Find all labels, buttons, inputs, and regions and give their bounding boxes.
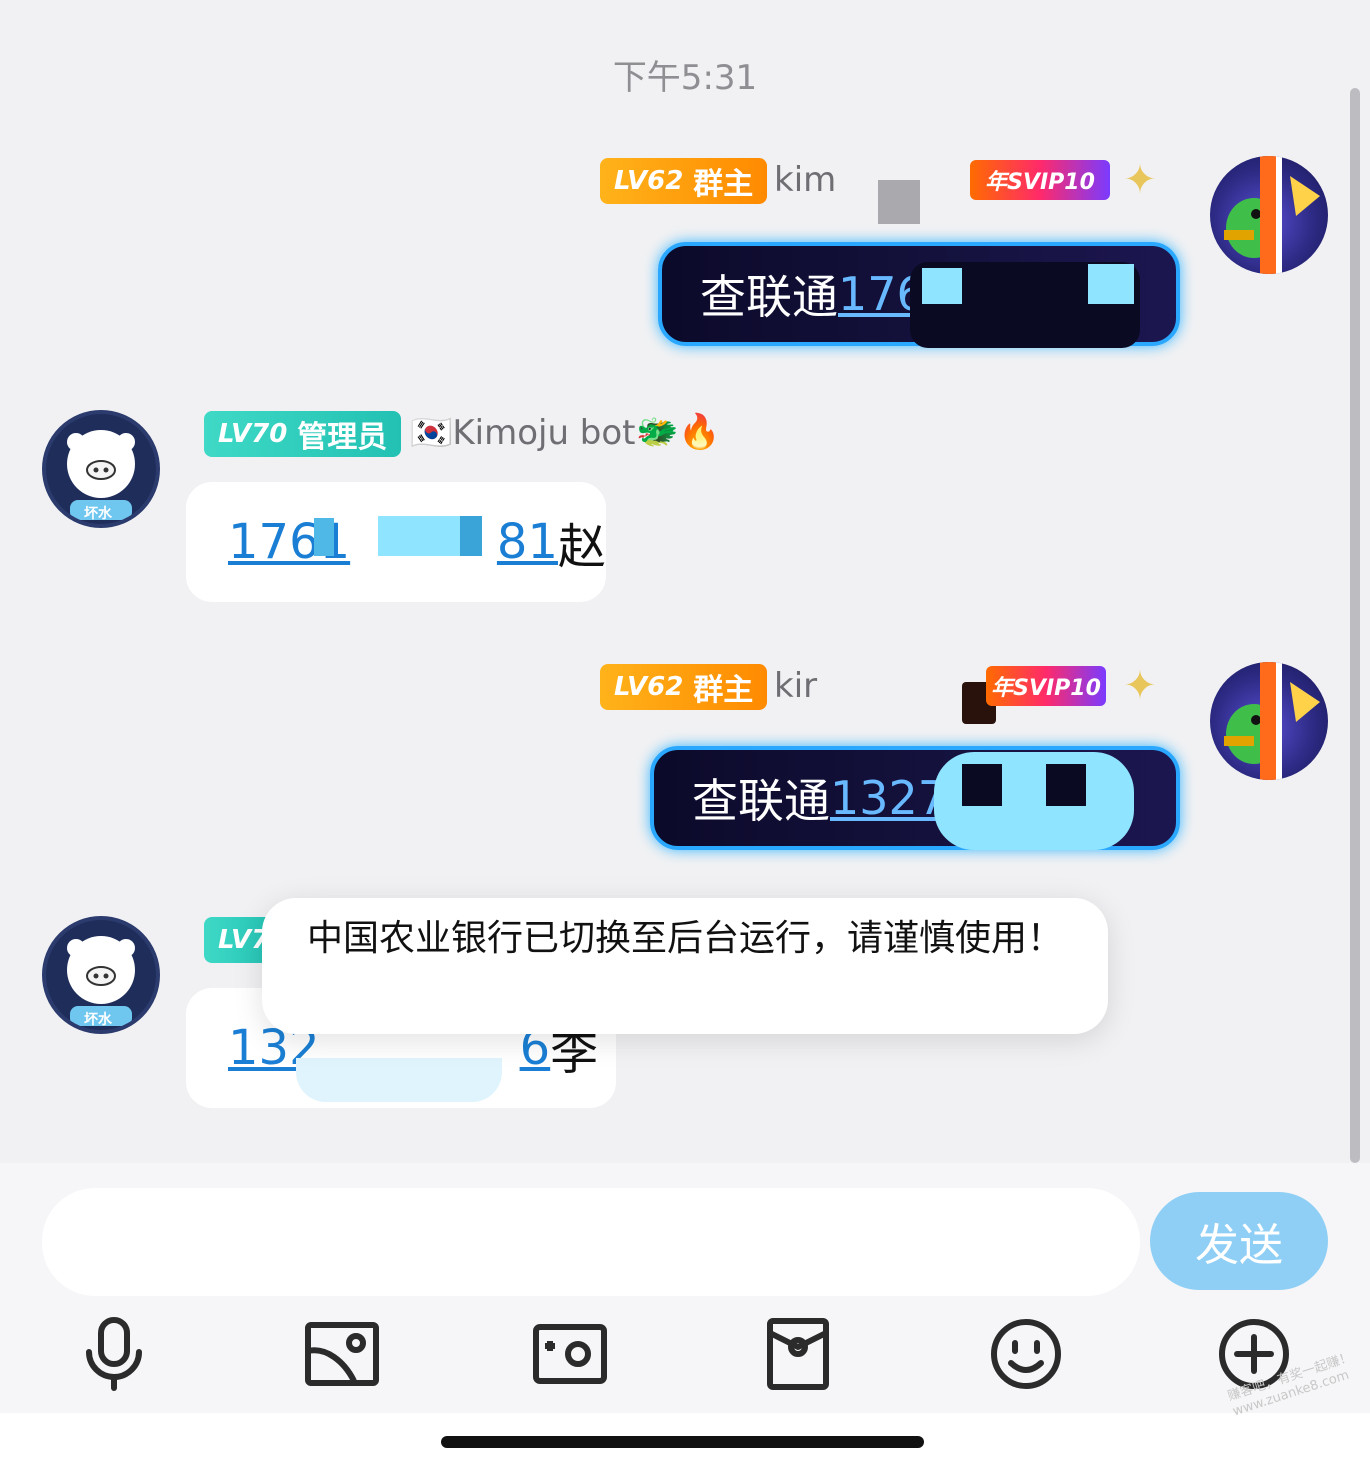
scrollbar[interactable] [1350,88,1360,1163]
home-indicator[interactable] [441,1436,924,1448]
redaction-block [962,764,1002,806]
emoji-icon [991,1319,1061,1389]
message-text: 查联通 [692,774,830,828]
redaction-block [878,180,920,224]
sender-nickname[interactable]: 🇰🇷Kimoju bot [410,413,636,453]
chat-timestamp: 下午5:31 [612,58,758,98]
red-packet-icon [767,1318,829,1390]
image-button[interactable] [300,1312,384,1396]
emoji-button[interactable] [984,1312,1068,1396]
nickname-emojis: 🐲🔥 [636,412,721,452]
microphone-icon [86,1317,142,1391]
level-label: LV70 [218,419,288,449]
phone-number-link[interactable]: 1327 [830,771,947,825]
camera-button[interactable] [528,1312,612,1396]
redaction-block [922,268,962,304]
redaction-block [314,518,334,556]
role-label: 管理员 [297,420,388,455]
sender-nickname[interactable]: kir [774,666,817,706]
owner-badge: LV62 群主 [600,158,768,204]
level-label: LV62 [614,166,684,196]
role-label: 群主 [693,167,754,202]
role-label: 群主 [693,673,754,708]
level-label: LV62 [614,672,684,702]
message-input[interactable] [42,1188,1140,1296]
redaction-block [1088,264,1134,304]
message-text: 赵 [557,519,606,575]
avatar-label: 坏水 [84,506,112,522]
my-avatar[interactable] [1210,156,1328,274]
camera-icon [533,1324,607,1384]
redaction-block [296,1058,502,1102]
image-icon [305,1322,379,1386]
sender-nickname[interactable]: kim [774,160,836,200]
system-toast: 中国农业银行已切换至后台运行，请谨慎使用！ [262,898,1108,1034]
microphone-button[interactable] [72,1312,156,1396]
admin-badge: LV70 管理员 [204,411,402,457]
red-packet-button[interactable] [756,1312,840,1396]
avatar-label: 坏水 [84,1012,112,1028]
send-button[interactable]: 发送 [1150,1192,1328,1290]
my-avatar[interactable] [1210,662,1328,780]
star-icon: ✦ [1123,663,1157,709]
duck-avatar-icon [1224,662,1320,780]
duck-avatar-icon [1224,156,1320,274]
phone-number-link[interactable]: 81 [497,514,558,570]
svip-badge: 年SVIP10 [970,160,1110,200]
redaction-block [460,516,482,556]
svip-badge: 年SVIP10 [986,666,1106,706]
redaction-block [1046,764,1086,806]
star-icon: ✦ [1123,157,1157,203]
message-text: 查联通 [700,270,838,324]
owner-badge: LV62 群主 [600,664,768,710]
